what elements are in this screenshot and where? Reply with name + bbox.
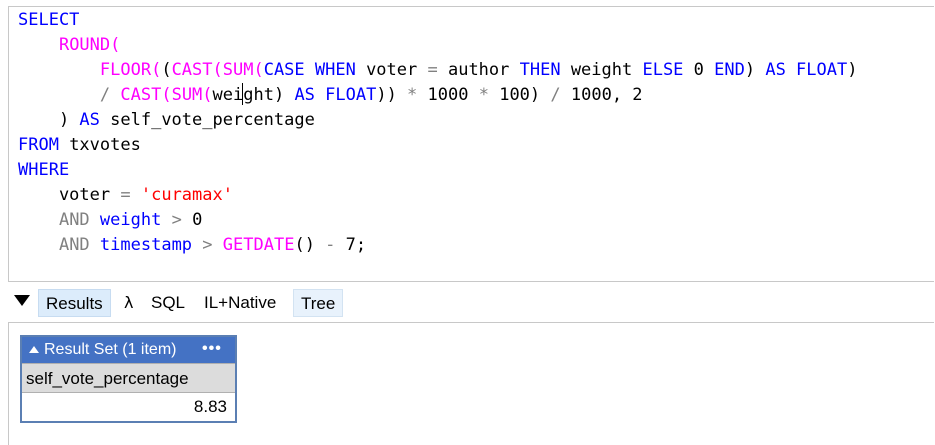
code-token: 1000 (417, 85, 479, 105)
code-token: timestamp (99, 235, 193, 255)
code-token: CASE WHEN (263, 60, 356, 80)
code-line[interactable]: voter = 'curamax' (18, 183, 857, 208)
result-cell: 8.83 (22, 393, 235, 421)
tab-results[interactable]: Results (38, 289, 111, 317)
code-line[interactable]: FLOOR((CAST(SUM(CASE WHEN voter = author… (18, 58, 858, 83)
code-token: AS FLOAT (294, 85, 377, 105)
collapse-toggle-icon[interactable] (14, 295, 30, 306)
code-token: wei (212, 85, 244, 105)
code-line[interactable]: AND weight > 0 (18, 208, 857, 233)
code-token: ght) (243, 85, 295, 105)
code-line[interactable]: FROM txvotes (18, 133, 857, 158)
code-token: * (478, 85, 489, 105)
result-set-header[interactable]: Result Set (1 item) ••• (22, 337, 235, 363)
code-line[interactable]: ROUND( (18, 33, 857, 58)
code-token: > (202, 235, 213, 255)
sql-code[interactable]: SELECT ROUND( FLOOR((CAST(SUM(CASE WHEN … (18, 8, 857, 258)
query-editor[interactable]: SELECT ROUND( FLOOR((CAST(SUM(CASE WHEN … (8, 6, 934, 282)
code-token: AND (58, 235, 90, 255)
code-token: SUM( (171, 85, 213, 105)
code-token: voter (18, 185, 121, 205)
code-token: THEN (519, 60, 561, 80)
code-token: AND (58, 210, 90, 230)
tab-il-native[interactable]: IL+Native (197, 289, 283, 317)
result-set-table: Result Set (1 item) ••• self_vote_percen… (20, 335, 237, 423)
more-options-icon[interactable]: ••• (202, 336, 222, 362)
results-pane: Result Set (1 item) ••• self_vote_percen… (8, 322, 934, 445)
code-token: > (171, 210, 182, 230)
code-token: )) (376, 85, 408, 105)
code-token: AS (79, 110, 100, 130)
code-token: ) (847, 60, 858, 80)
column-header[interactable]: self_vote_percentage (22, 363, 235, 393)
code-token: WHERE (18, 160, 70, 180)
code-token: txvotes (58, 135, 141, 155)
code-token: weight (560, 60, 643, 80)
code-token: AS FLOAT (765, 60, 848, 80)
code-token: SUM( (222, 60, 264, 80)
code-token: END (714, 60, 745, 80)
code-token: author (437, 60, 520, 80)
code-token: ) (744, 60, 766, 80)
code-token: 7; (335, 235, 367, 255)
code-line[interactable]: SELECT (18, 8, 857, 33)
code-token: ROUND( (58, 35, 121, 55)
code-token: 0 (683, 60, 715, 80)
code-token: FROM (18, 135, 59, 155)
output-tabs: Results λ SQL IL+Native Tree (8, 289, 928, 319)
code-token: CAST( (120, 85, 172, 105)
code-token: 100) (488, 85, 551, 105)
code-token: / (99, 85, 111, 105)
code-token: ELSE (642, 60, 684, 80)
code-token: 'curamax' (140, 185, 233, 205)
code-token: voter (355, 60, 428, 80)
collapse-up-icon[interactable] (29, 346, 39, 353)
code-token: FLOOR( (99, 60, 162, 80)
code-token: weight (99, 210, 162, 230)
code-token: 0 (181, 210, 203, 230)
code-token: * (407, 85, 418, 105)
code-token: = (427, 60, 438, 80)
code-token: = (120, 185, 131, 205)
code-line[interactable]: WHERE (18, 158, 857, 183)
code-token: CAST( (171, 60, 223, 80)
code-line[interactable]: / CAST(SUM(weight) AS FLOAT)) * 1000 * 1… (18, 83, 857, 108)
tab-tree[interactable]: Tree (293, 289, 344, 317)
tab-sql[interactable]: SQL (144, 289, 192, 317)
code-token: ( (161, 60, 172, 80)
code-line[interactable]: AND timestamp > GETDATE() - 7; (18, 233, 857, 258)
code-token: SELECT (18, 10, 80, 30)
tab-lambda[interactable]: λ (117, 289, 140, 317)
code-token: - (325, 235, 336, 255)
code-token: ) (18, 110, 80, 130)
code-token: () (294, 235, 326, 255)
code-token: 1000, 2 (560, 85, 643, 105)
code-token: self_vote_percentage (99, 110, 315, 130)
code-line[interactable]: ) AS self_vote_percentage (18, 108, 857, 133)
result-set-title: Result Set (1 item) (44, 341, 177, 358)
code-token: / (550, 85, 561, 105)
code-token: GETDATE (222, 235, 295, 255)
